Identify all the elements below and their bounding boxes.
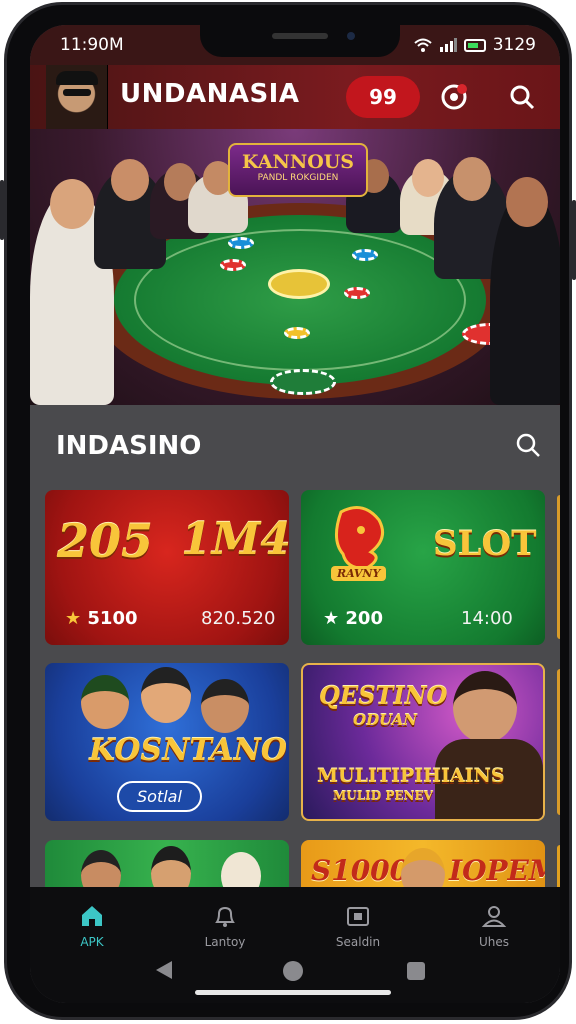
bell-icon: [215, 906, 235, 927]
front-camera: [347, 32, 355, 40]
tile-left-text: RAVNY: [331, 566, 387, 581]
notification-badge-button[interactable]: 99: [346, 76, 420, 118]
nav-label: Uhes: [478, 935, 510, 949]
player: [490, 177, 560, 405]
table-logo: [268, 269, 330, 299]
speaker-grille: [272, 33, 328, 39]
character: [81, 675, 129, 729]
search-icon[interactable]: [506, 81, 538, 113]
signal-icon: [439, 38, 457, 52]
nav-label: Sealdin: [335, 935, 381, 949]
chip: [220, 259, 246, 271]
tile-subtitle: ODUAN: [353, 711, 418, 729]
chip: [270, 369, 336, 395]
nav-label: Lantoy: [204, 935, 246, 949]
tile-left-text: 205: [57, 514, 154, 568]
avatar-hat: [56, 71, 98, 85]
battery-level: 3129: [492, 35, 536, 55]
power-button: [572, 200, 576, 280]
nav-uhes[interactable]: Uhes: [454, 903, 534, 949]
tile-line-2: MULID PENEV: [333, 789, 433, 803]
nav-lantoy[interactable]: Lantoy: [185, 903, 265, 949]
nav-apk[interactable]: APK: [52, 903, 132, 949]
wallet-icon: [347, 907, 369, 926]
nav-sealdin[interactable]: Sealdin: [318, 903, 398, 949]
character: [453, 671, 517, 743]
avatar[interactable]: [46, 65, 108, 129]
home-button-icon[interactable]: [283, 961, 303, 981]
tile-right-text: SLOT: [433, 524, 537, 564]
hero-subtitle: PANDL ROKGIDEN: [257, 173, 339, 183]
felt-line: [134, 229, 466, 371]
tile-line-1: MULITIPIHIAINS: [317, 765, 505, 787]
game-tile-3[interactable]: KOSNTANO Sotlal: [45, 663, 289, 821]
tile-value: 820.520: [201, 608, 276, 629]
avatar-glasses: [63, 89, 91, 96]
rating-value: 5100: [87, 608, 138, 629]
game-tile-1[interactable]: 205 1M4 ★ 5100 820.520: [45, 490, 289, 645]
home-icon: [82, 906, 102, 926]
status-time: 11:90M: [60, 35, 124, 55]
app-title: UNDANASIA: [120, 79, 300, 109]
app-header: UNDANASIA 99: [30, 65, 560, 129]
tile-value: 14:00: [461, 608, 513, 629]
hero-title: KANNOUS: [241, 151, 355, 173]
status-icons: 3129: [414, 35, 536, 55]
section-header: INDASINO: [30, 405, 560, 483]
tile-right-text: IOPEM: [449, 854, 545, 887]
hero-banner[interactable]: KANNOUS PANDL ROKGIDEN: [30, 129, 560, 405]
next-tile-peek: [557, 495, 560, 639]
bottom-nav: APK Lantoy Sealdin Uhes: [30, 887, 560, 1003]
star-icon: ★: [65, 608, 88, 629]
search-icon[interactable]: [512, 429, 544, 461]
character: [201, 679, 249, 733]
game-tile-4[interactable]: QESTINO ODUAN MULITIPIHIAINS MULID PENEV: [301, 663, 545, 821]
hero-title-plate: KANNOUS PANDL ROKGIDEN: [228, 143, 368, 197]
tile-button[interactable]: Sotlal: [117, 781, 202, 812]
rating: ★ 200: [323, 608, 383, 629]
tile-left-text: S1000: [311, 854, 410, 887]
phone-frame: 11:90M 3129 UNDANASIA 99 KANNOUS PANDL R…: [4, 2, 572, 1020]
game-tile-2[interactable]: RAVNY SLOT ★ 200 14:00: [301, 490, 545, 645]
back-icon[interactable]: [156, 961, 172, 979]
chip: [284, 327, 310, 339]
nav-label: APK: [80, 935, 104, 949]
user-icon: [481, 906, 507, 927]
star-icon: ★: [323, 608, 346, 629]
chip-icon[interactable]: [438, 81, 470, 113]
camera-notch: [200, 25, 400, 57]
recents-icon[interactable]: [407, 962, 425, 980]
next-tile-peek: [557, 669, 560, 815]
home-indicator[interactable]: [195, 990, 391, 995]
character: [141, 667, 191, 723]
battery-icon: [463, 38, 486, 52]
section-title: INDASINO: [56, 431, 202, 461]
rating-value: 200: [345, 608, 383, 629]
screen: 11:90M 3129 UNDANASIA 99 KANNOUS PANDL R…: [30, 25, 560, 1003]
tile-right-text: 1M4: [181, 514, 289, 565]
rating: ★ 5100: [65, 608, 138, 629]
chip: [352, 249, 378, 261]
system-nav: [30, 961, 560, 1001]
chip: [344, 287, 370, 299]
wifi-icon: [414, 38, 432, 52]
tile-title: KOSNTANO: [89, 733, 288, 768]
tile-title: QESTINO: [319, 681, 448, 710]
